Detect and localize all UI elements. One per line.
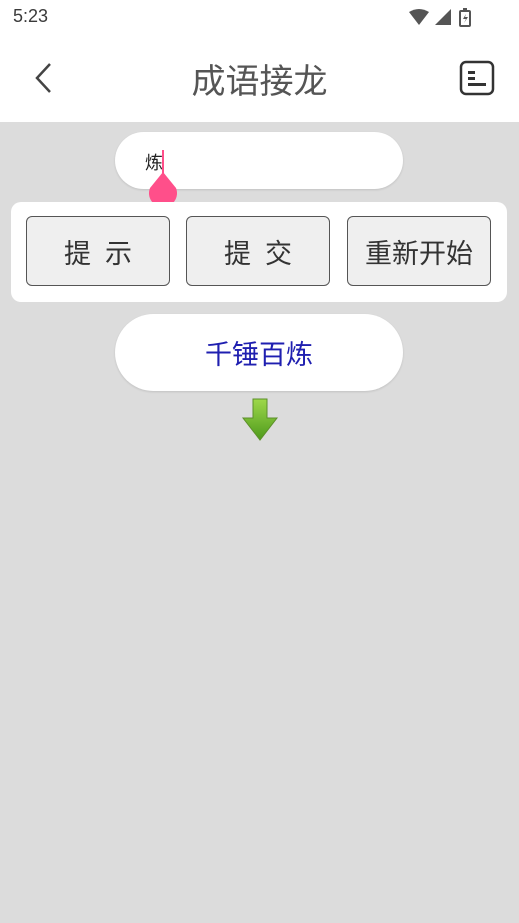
status-time: 5:23 [13,6,49,26]
text-cursor [162,150,164,174]
page-title: 成语接龙 [191,62,328,102]
restart-button[interactable]: 重新开始 [347,216,491,286]
battery-icon [459,8,471,27]
cursor-handle-icon[interactable] [148,172,178,206]
app-bar: 成语接龙 [0,36,519,122]
action-panel: 提示 提交 重新开始 [11,202,507,302]
menu-button[interactable] [457,58,497,98]
wifi-icon [409,9,429,25]
list-icon [459,60,495,96]
submit-button[interactable]: 提交 [186,216,330,286]
current-idiom-card: 千锤百炼 [115,314,403,391]
status-bar: 5:23 [0,0,519,36]
status-icons [409,8,479,28]
current-idiom: 千锤百炼 [205,340,313,371]
hint-button[interactable]: 提示 [26,216,170,286]
signal-icon [435,9,451,25]
down-arrow-icon [241,398,279,441]
